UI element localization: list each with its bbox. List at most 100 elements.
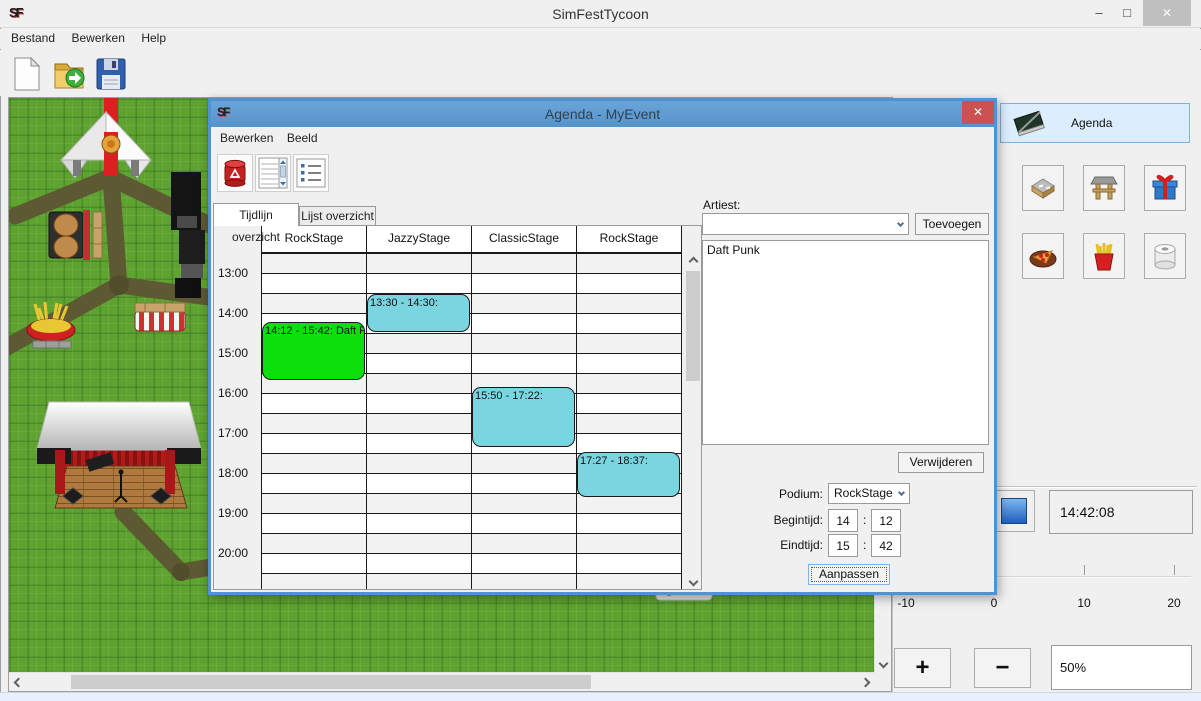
- new-file-button[interactable]: [8, 55, 46, 93]
- dialog-menu-bewerken[interactable]: Bewerken: [220, 127, 273, 145]
- zoom-in-button[interactable]: +: [894, 648, 951, 688]
- item-pizza-button[interactable]: [1022, 233, 1064, 279]
- tab-lijst-overzicht[interactable]: Lijst overzicht: [299, 206, 376, 226]
- dialog-menu-bar: Bewerken Beeld: [211, 127, 994, 149]
- timeline-view-button[interactable]: [255, 154, 291, 192]
- zoom-value: 50%: [1051, 645, 1192, 690]
- schedule-panel: 13:0014:0015:0016:0017:0018:0019:0020:00…: [213, 225, 702, 590]
- schedule-event[interactable]: 17:27 - 18:37:: [577, 452, 680, 497]
- maximize-button[interactable]: □: [1114, 0, 1140, 26]
- artist-list-item[interactable]: Daft Punk: [703, 241, 988, 259]
- column-header: ClassicStage: [472, 226, 577, 252]
- agenda-button[interactable]: Agenda: [1000, 103, 1190, 143]
- scroll-down-button[interactable]: [685, 573, 701, 589]
- scroll-right-button[interactable]: [856, 673, 874, 691]
- chevron-down-icon: [898, 489, 905, 496]
- save-floppy-icon: [95, 57, 127, 91]
- podium-dropdown-value: RockStage: [834, 484, 893, 503]
- chevron-down-icon: [879, 659, 889, 669]
- slider-tick: [1084, 565, 1085, 575]
- start-minute-field[interactable]: [871, 509, 901, 532]
- time-label: 16:00: [218, 386, 260, 400]
- podium-dropdown[interactable]: RockStage: [828, 483, 910, 504]
- map-horizontal-scrollbar[interactable]: [9, 672, 874, 691]
- time-label: 19:00: [218, 506, 260, 520]
- scroll-down-button[interactable]: [875, 655, 892, 672]
- open-file-button[interactable]: [50, 55, 88, 93]
- schedule-header: RockStageJazzyStageClassicStageRockStage: [261, 226, 682, 253]
- speaker-stack[interactable]: [171, 172, 205, 298]
- artist-dropdown[interactable]: [702, 213, 909, 235]
- slider-label: 10: [1066, 596, 1102, 610]
- dialog-close-button[interactable]: ✕: [962, 101, 994, 124]
- artist-label: Artiest:: [703, 198, 740, 212]
- gift-box-icon: [1149, 172, 1181, 204]
- item-road-button[interactable]: [1022, 165, 1064, 211]
- scroll-up-button[interactable]: [685, 253, 701, 269]
- item-gift-button[interactable]: [1144, 165, 1186, 211]
- time-label: 14:00: [218, 306, 260, 320]
- schedule-scroll-thumb[interactable]: [686, 271, 700, 381]
- time-label: 13:00: [218, 266, 260, 280]
- menu-bestand[interactable]: Bestand: [10, 29, 56, 47]
- main-stage[interactable]: [37, 402, 201, 508]
- time-colon: :: [863, 538, 866, 552]
- schedule-event[interactable]: 13:30 - 14:30:: [367, 294, 470, 332]
- toilet-paper-icon: [1150, 240, 1180, 272]
- minimize-button[interactable]: –: [1086, 0, 1112, 26]
- striped-booth[interactable]: [135, 303, 185, 331]
- hscroll-thumb[interactable]: [71, 675, 591, 689]
- item-toiletpaper-button[interactable]: [1144, 233, 1186, 279]
- menu-bar: Bestand Bewerken Help: [0, 29, 1201, 49]
- time-label: 17:00: [218, 426, 260, 440]
- remove-button[interactable]: Verwijderen: [898, 452, 984, 473]
- dialog-title: Agenda - MyEvent: [211, 101, 994, 127]
- end-minute-field[interactable]: [871, 534, 901, 557]
- close-button[interactable]: ✕: [1143, 0, 1191, 26]
- dialog-title-bar[interactable]: SF Agenda - MyEvent: [211, 101, 994, 127]
- chevron-right-icon: [860, 677, 870, 687]
- clock-display: 14:42:08: [1049, 490, 1193, 534]
- save-button[interactable]: [92, 55, 130, 93]
- fries-icon: [1089, 240, 1119, 272]
- add-artist-button[interactable]: Toevoegen: [915, 213, 989, 235]
- list-view-icon: [296, 158, 326, 188]
- slider-tick: [1174, 565, 1175, 575]
- start-hour-field[interactable]: [828, 509, 858, 532]
- window-title: SimFestTycoon: [0, 0, 1201, 28]
- menu-help[interactable]: Help: [140, 29, 167, 47]
- chevron-up-icon: [688, 256, 698, 266]
- title-bar: SF SimFestTycoon – □ ✕: [0, 0, 1201, 28]
- start-time-label: Begintijd:: [738, 513, 823, 527]
- podium-label: Podium:: [751, 487, 823, 501]
- timeline-view-icon: [258, 157, 288, 189]
- time-colon: :: [863, 513, 866, 527]
- menu-bewerken[interactable]: Bewerken: [71, 29, 126, 47]
- artist-listbox[interactable]: Daft Punk: [702, 240, 989, 445]
- list-view-button[interactable]: [293, 154, 329, 192]
- item-stage-button[interactable]: [1083, 165, 1125, 211]
- chevron-left-icon: [13, 677, 23, 687]
- apply-button[interactable]: Aanpassen: [808, 564, 890, 585]
- party-tent[interactable]: [61, 112, 151, 178]
- column-header: RockStage: [577, 226, 682, 252]
- burger-stand[interactable]: [49, 210, 102, 260]
- time-label: 18:00: [218, 466, 260, 480]
- slider-label: 0: [976, 596, 1012, 610]
- scroll-left-button[interactable]: [9, 673, 27, 691]
- new-document-icon: [12, 56, 42, 92]
- delete-event-button[interactable]: [217, 154, 253, 192]
- events-layer: 14:12 - 15:42: Daft Punk13:30 - 14:30: 15…: [261, 253, 682, 589]
- tab-tijdlijn-overzicht[interactable]: Tijdlijn overzicht: [213, 203, 299, 226]
- time-label: 20:00: [218, 546, 260, 560]
- zoom-out-button[interactable]: −: [974, 648, 1031, 688]
- status-bar: [0, 692, 1201, 701]
- stage-structure-icon: [1088, 173, 1120, 203]
- dialog-menu-beeld[interactable]: Beeld: [287, 127, 318, 145]
- pause-button[interactable]: [993, 490, 1035, 532]
- schedule-event[interactable]: 15:50 - 17:22:: [472, 387, 575, 446]
- item-fries-button[interactable]: [1083, 233, 1125, 279]
- schedule-event[interactable]: 14:12 - 15:42: Daft Punk: [262, 322, 365, 380]
- schedule-scrollbar[interactable]: [685, 253, 701, 589]
- end-hour-field[interactable]: [828, 534, 858, 557]
